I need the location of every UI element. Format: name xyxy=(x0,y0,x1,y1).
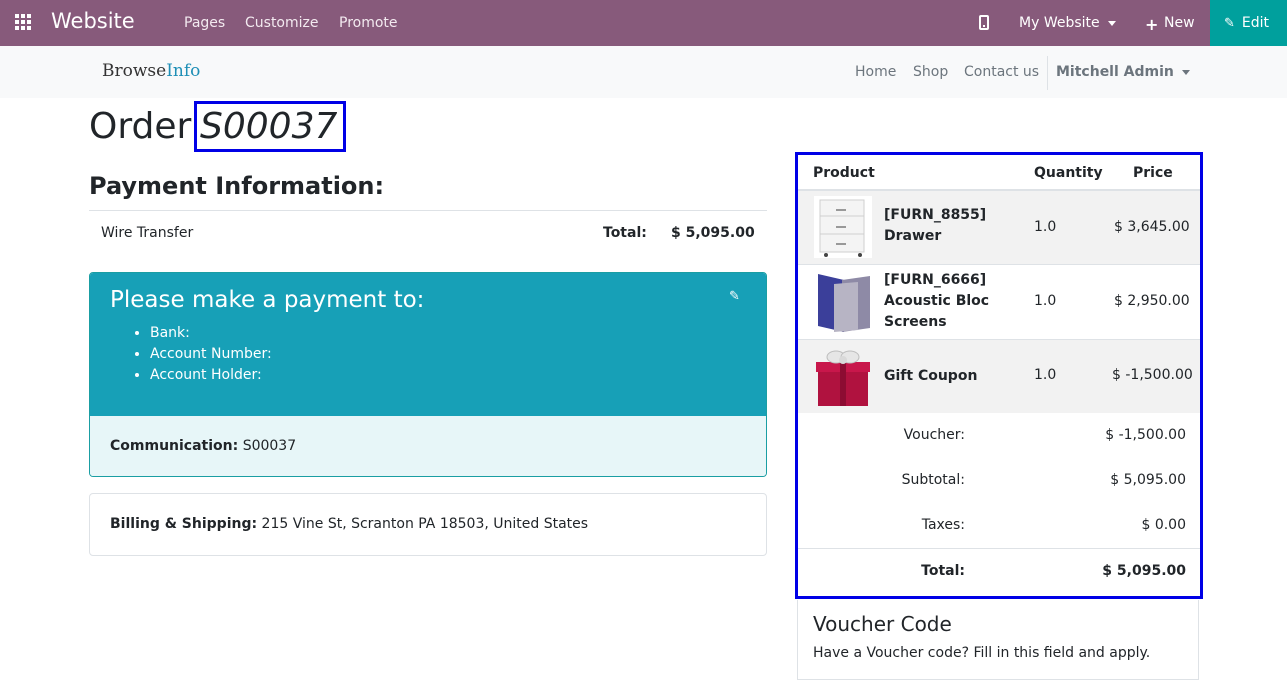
user-menu[interactable]: Mitchell Admin xyxy=(1056,64,1190,80)
voucher-code-title: Voucher Code xyxy=(813,612,952,636)
chevron-down-icon xyxy=(1181,69,1190,75)
product-qty: 1.0 xyxy=(1034,293,1057,309)
gift-image[interactable] xyxy=(814,346,872,408)
payment-total-label: Total: xyxy=(603,225,647,241)
voucher-label: Voucher: xyxy=(903,427,965,443)
edit-button-label: Edit xyxy=(1241,15,1270,31)
product-title-cont: Screens xyxy=(884,314,947,330)
cart-line: [FURN_8855] Drawer 1.0 $ 3,645.00 xyxy=(798,191,1200,265)
product-name: Gift Coupon xyxy=(884,368,978,384)
billing-shipping: Billing & Shipping: 215 Vine St, Scranto… xyxy=(110,516,588,532)
order-number: S00037 xyxy=(200,106,338,147)
communication-section: Communication: S00037 xyxy=(90,416,766,476)
nav-divider xyxy=(1047,56,1048,90)
payment-acquirer: Wire Transfer xyxy=(101,225,194,241)
screens-image[interactable] xyxy=(814,270,872,332)
col-header-quantity: Quantity xyxy=(1034,165,1103,181)
website-admin-bar: Website Pages Customize Promote My Websi… xyxy=(0,0,1287,46)
voucher-value: $ -1,500.00 xyxy=(1105,427,1186,443)
divider xyxy=(89,210,767,211)
payment-instructions-header: Please make a payment to: ✎ Bank: Accoun… xyxy=(90,273,766,416)
payment-fields-list: Bank: Account Number: Account Holder: xyxy=(150,325,272,388)
communication-label: Communication: xyxy=(110,438,239,454)
nav-contact-us[interactable]: Contact us xyxy=(964,64,1039,80)
bank-field: Bank: xyxy=(150,325,272,346)
drawer-image[interactable] xyxy=(814,196,872,258)
product-price: $ 3,645.00 xyxy=(1114,219,1190,235)
order-label: Order xyxy=(89,106,192,147)
cart-line: Gift Coupon 1.0 $ -1,500.00 xyxy=(798,340,1200,413)
product-ref: [FURN_8855] xyxy=(884,207,987,223)
payment-info-heading: Payment Information: xyxy=(89,172,385,200)
divider xyxy=(798,548,1200,549)
website-switcher-label: My Website xyxy=(1019,15,1100,31)
billing-shipping-card: Billing & Shipping: 215 Vine St, Scranto… xyxy=(89,493,767,556)
cart-line: [FURN_6666] Acoustic Bloc Screens 1.0 $ 2,… xyxy=(798,265,1200,340)
app-brand[interactable]: Website xyxy=(51,9,135,33)
account-holder-field: Account Holder: xyxy=(150,367,272,388)
col-header-product: Product xyxy=(813,165,875,181)
logo-text-info: Info xyxy=(166,61,201,81)
chevron-down-icon xyxy=(1107,20,1116,26)
subtotal-value: $ 5,095.00 xyxy=(1110,472,1186,488)
apps-menu-icon[interactable] xyxy=(15,14,33,30)
communication-value: S00037 xyxy=(242,438,297,454)
site-header: BrowseInfo Home Shop Contact us Mitchell… xyxy=(0,46,1287,98)
voucher-code-description: Have a Voucher code? Fill in this field … xyxy=(813,645,1151,661)
user-name: Mitchell Admin xyxy=(1056,64,1174,80)
site-logo[interactable]: BrowseInfo xyxy=(102,61,200,81)
product-price: $ 2,950.00 xyxy=(1114,293,1190,309)
menu-promote[interactable]: Promote xyxy=(339,15,398,31)
menu-pages[interactable]: Pages xyxy=(184,15,225,31)
product-qty: 1.0 xyxy=(1034,219,1057,235)
billing-label: Billing & Shipping: xyxy=(110,516,258,532)
pencil-icon: ✎ xyxy=(1224,15,1235,31)
logo-text-browse: Browse xyxy=(102,61,167,81)
product-name: [FURN_8855] Drawer xyxy=(884,205,986,247)
menu-customize[interactable]: Customize xyxy=(245,15,319,31)
total-value: $ 5,095.00 xyxy=(1102,563,1186,579)
new-button[interactable]: New xyxy=(1164,15,1195,31)
pencil-icon[interactable]: ✎ xyxy=(729,289,740,304)
account-number-field: Account Number: xyxy=(150,346,272,367)
taxes-label: Taxes: xyxy=(921,517,965,533)
product-title: Acoustic Bloc xyxy=(884,293,990,309)
website-switcher[interactable]: My Website xyxy=(1019,15,1116,31)
total-label: Total: xyxy=(921,563,965,579)
taxes-value: $ 0.00 xyxy=(1141,517,1186,533)
col-header-price: Price xyxy=(1133,165,1173,181)
subtotal-label: Subtotal: xyxy=(901,472,965,488)
voucher-code-card: Voucher Code Have a Voucher code? Fill i… xyxy=(797,600,1199,680)
payment-instructions-card: Please make a payment to: ✎ Bank: Accoun… xyxy=(89,272,767,477)
plus-icon[interactable]: + xyxy=(1145,15,1158,34)
communication: Communication: S00037 xyxy=(110,438,296,454)
nav-home[interactable]: Home xyxy=(855,64,896,80)
payment-total-value: $ 5,095.00 xyxy=(671,225,755,241)
edit-button[interactable]: ✎ Edit xyxy=(1210,0,1287,46)
product-name: [FURN_6666] Acoustic Bloc Screens xyxy=(884,270,989,333)
product-ref: [FURN_6666] xyxy=(884,272,987,288)
nav-shop[interactable]: Shop xyxy=(913,64,948,80)
product-qty: 1.0 xyxy=(1034,367,1057,383)
billing-address: 215 Vine St, Scranton PA 18503, United S… xyxy=(261,516,589,532)
product-price: $ -1,500.00 xyxy=(1112,367,1193,383)
product-title: Drawer xyxy=(884,228,942,244)
mobile-preview-icon[interactable] xyxy=(979,15,989,30)
payment-instructions-title: Please make a payment to: xyxy=(110,287,425,313)
